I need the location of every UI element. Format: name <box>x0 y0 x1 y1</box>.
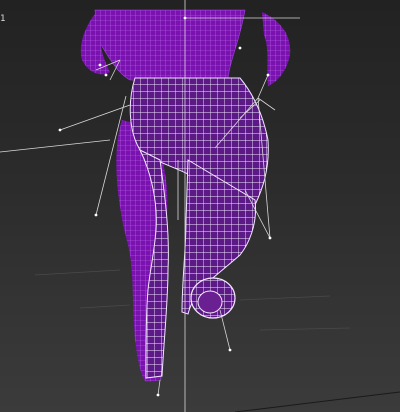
3d-viewport[interactable]: 1 <box>0 0 400 412</box>
grid-horizon-line <box>234 391 400 412</box>
torso-mesh <box>94 9 246 83</box>
wireframe-scene <box>0 0 400 412</box>
right-arm-mesh <box>262 12 291 86</box>
foot-opening <box>197 290 223 314</box>
